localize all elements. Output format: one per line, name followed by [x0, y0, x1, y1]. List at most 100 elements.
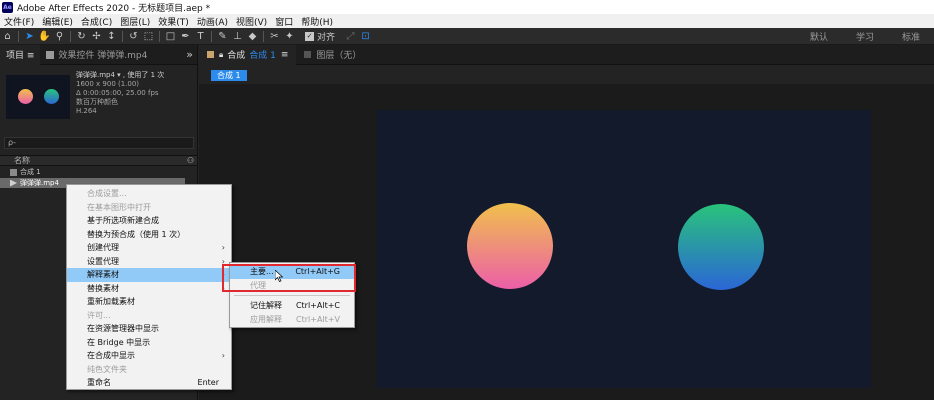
hand-tool-icon[interactable]: ✋ — [37, 29, 52, 44]
menu-item-reveal-in-composition[interactable]: 在合成中显示 › — [67, 349, 231, 363]
menu-item-label: 设置代理 — [87, 256, 119, 266]
brush-tool-icon[interactable]: ✎ — [215, 29, 230, 44]
flowchart-icon[interactable]: ⚇ — [187, 156, 194, 166]
snap-feature-icon[interactable]: ⊡ — [358, 29, 373, 44]
mouse-pointer-icon — [275, 270, 283, 282]
tab-layer[interactable]: 图层（无） — [296, 45, 369, 65]
footage-name[interactable]: 弹弹弹.mp4 ▾ , 使用了 1 次 — [76, 71, 164, 80]
cool-gradient-circle — [678, 204, 764, 290]
pan-behind-tool-icon[interactable]: ⬚ — [141, 29, 156, 44]
menu-item-interpret-footage[interactable]: 解释素材 › — [67, 268, 231, 282]
menu-item-label: 合成设置... — [87, 189, 127, 198]
submenu-arrow-icon: › — [221, 243, 225, 252]
menu-divider — [234, 295, 350, 296]
menu-item-label: 解释素材 — [87, 270, 119, 279]
menu-item-label: 重新加载素材 — [87, 297, 135, 306]
footage-thumbnail — [6, 75, 70, 119]
layer-tab-label: 图层（无） — [316, 51, 362, 61]
composition-tab-label: 合成 — [227, 51, 246, 61]
zoom-tool-icon[interactable]: ⚲ — [52, 29, 67, 44]
pan-camera-icon[interactable]: ✢ — [89, 29, 104, 44]
menu-item-label: 创建代理 — [87, 243, 119, 252]
context-menu: 合成设置... 在基本图形中打开 基于所选项新建合成 替换为预合成（使用 1 次… — [66, 184, 232, 390]
menu-composition[interactable]: 合成(C) — [77, 15, 116, 28]
menu-effect[interactable]: 效果(T) — [154, 15, 193, 28]
tab-project[interactable]: 项目 ≡ — [0, 44, 41, 65]
home-icon[interactable]: ⌂ — [0, 29, 15, 44]
menu-item-shortcut: Enter — [197, 378, 219, 387]
submenu-item-apply-interpretation[interactable]: 应用解释 Ctrl+Alt+V — [230, 313, 354, 327]
clone-stamp-tool-icon[interactable]: ⊥ — [230, 29, 245, 44]
submenu-item-remember-interpretation[interactable]: 记住解释 Ctrl+Alt+C — [230, 299, 354, 313]
menu-help[interactable]: 帮助(H) — [297, 15, 337, 28]
project-panel-tabs: 项目 ≡ 效果控件 弹弹弹.mp4 » — [0, 44, 197, 65]
toolbar-divider — [263, 30, 264, 42]
workspace-default[interactable]: 默认 — [796, 30, 842, 43]
tab-composition[interactable]: 🔒︎ 合成 合成 1 ≡ — [199, 44, 297, 65]
menu-item-replace-footage[interactable]: 替换素材 › — [67, 282, 231, 296]
footage-duration: Δ 0:00:05:00, 25.00 fps — [76, 89, 159, 97]
workspace-standard[interactable]: 标准 — [888, 30, 934, 43]
type-tool-icon[interactable]: T — [193, 29, 208, 44]
footage-dimensions: 1600 x 900 (1.00) — [76, 80, 140, 88]
workspace-learn[interactable]: 学习 — [842, 30, 888, 43]
project-search-input[interactable]: ρ- — [4, 137, 194, 149]
composition-breadcrumb[interactable]: 合成 1 — [211, 70, 247, 81]
menu-item-label: 基于所选项新建合成 — [87, 216, 159, 225]
snap-options-icon[interactable]: ⤢ — [343, 29, 358, 44]
tools-toolbar: ⌂ ➤ ✋ ⚲ ↻ ✢ ↕ ↺ ⬚ □ ✒ T ✎ ⊥ ◆ ✂ ✦ ✓ 对齐 ⤢… — [0, 28, 934, 45]
composition-tab-name: 合成 1 — [249, 51, 276, 61]
menu-item-new-comp-from-selection[interactable]: 基于所选项新建合成 — [67, 214, 231, 228]
menu-item-rename[interactable]: 重命名 Enter — [67, 376, 231, 390]
composition-color-icon — [207, 51, 214, 58]
menu-window[interactable]: 窗口 — [271, 15, 297, 28]
menu-item-label: 记住解释 — [250, 301, 282, 310]
menu-item-open-in-essential-graphics[interactable]: 在基本图形中打开 — [67, 201, 231, 215]
footage-file-icon — [10, 179, 17, 187]
rectangle-tool-icon[interactable]: □ — [163, 29, 178, 44]
thumbnail-circle-warm — [18, 89, 33, 104]
roto-brush-tool-icon[interactable]: ✂ — [267, 29, 282, 44]
pen-tool-icon[interactable]: ✒ — [178, 29, 193, 44]
snapping-label: 对齐 — [317, 32, 336, 43]
tab-effect-controls[interactable]: 效果控件 弹弹弹.mp4 — [40, 45, 153, 65]
composition-icon — [10, 168, 17, 176]
menu-item-solids-folder[interactable]: 纯色文件夹 — [67, 363, 231, 377]
dolly-camera-icon[interactable]: ↕ — [104, 29, 119, 44]
menu-item-reload-footage[interactable]: 重新加载素材 — [67, 295, 231, 309]
footage-color-depth: 数百万种颜色 — [76, 98, 118, 106]
footage-codec: H.264 — [76, 107, 97, 115]
puppet-tool-icon[interactable]: ✦ — [282, 29, 297, 44]
menu-item-reveal-in-explorer[interactable]: 在资源管理器中显示 — [67, 322, 231, 336]
menu-item-composition-settings[interactable]: 合成设置... — [67, 187, 231, 201]
warm-gradient-circle — [467, 203, 553, 289]
project-item-composition[interactable]: 合成 1 — [0, 167, 197, 177]
eraser-tool-icon[interactable]: ◆ — [245, 29, 260, 44]
menu-item-create-proxy[interactable]: 创建代理 › — [67, 241, 231, 255]
menu-animation[interactable]: 动画(A) — [193, 15, 232, 28]
snapping-toggle[interactable]: ✓ 对齐 — [305, 30, 335, 43]
menu-edit[interactable]: 编辑(E) — [38, 15, 77, 28]
menu-item-reveal-in-bridge[interactable]: 在 Bridge 中显示 — [67, 336, 231, 350]
menu-layer[interactable]: 图层(L) — [116, 15, 154, 28]
composition-panel-tabs: 🔒︎ 合成 合成 1 ≡ 图层（无） — [199, 44, 934, 65]
orbit-camera-icon[interactable]: ↻ — [74, 29, 89, 44]
menu-item-replace-with-precomp[interactable]: 替换为预合成（使用 1 次） — [67, 228, 231, 242]
menu-file[interactable]: 文件(F) — [0, 15, 38, 28]
menu-item-label: 替换为预合成（使用 1 次） — [87, 229, 186, 239]
menu-view[interactable]: 视图(V) — [232, 15, 271, 28]
tab-menu-icon[interactable]: ≡ — [281, 50, 289, 60]
rotate-tool-icon[interactable]: ↺ — [126, 29, 141, 44]
menu-item-license[interactable]: 许可... — [67, 309, 231, 323]
thumbnail-circle-cool — [44, 89, 59, 104]
composition-canvas[interactable] — [377, 110, 871, 388]
column-header-name[interactable]: 名称 ⚇ — [0, 155, 197, 166]
menu-item-label: 应用解释 — [250, 314, 282, 324]
panel-overflow-icon[interactable]: » — [186, 48, 193, 61]
lock-icon[interactable]: 🔒︎ — [219, 50, 223, 60]
toolbar-divider — [211, 30, 212, 42]
after-effects-logo-icon: Ae — [2, 1, 13, 13]
menu-item-label: 在基本图形中打开 — [87, 202, 151, 212]
menu-item-set-proxy[interactable]: 设置代理 › — [67, 255, 231, 269]
selection-tool-icon[interactable]: ➤ — [22, 29, 37, 44]
